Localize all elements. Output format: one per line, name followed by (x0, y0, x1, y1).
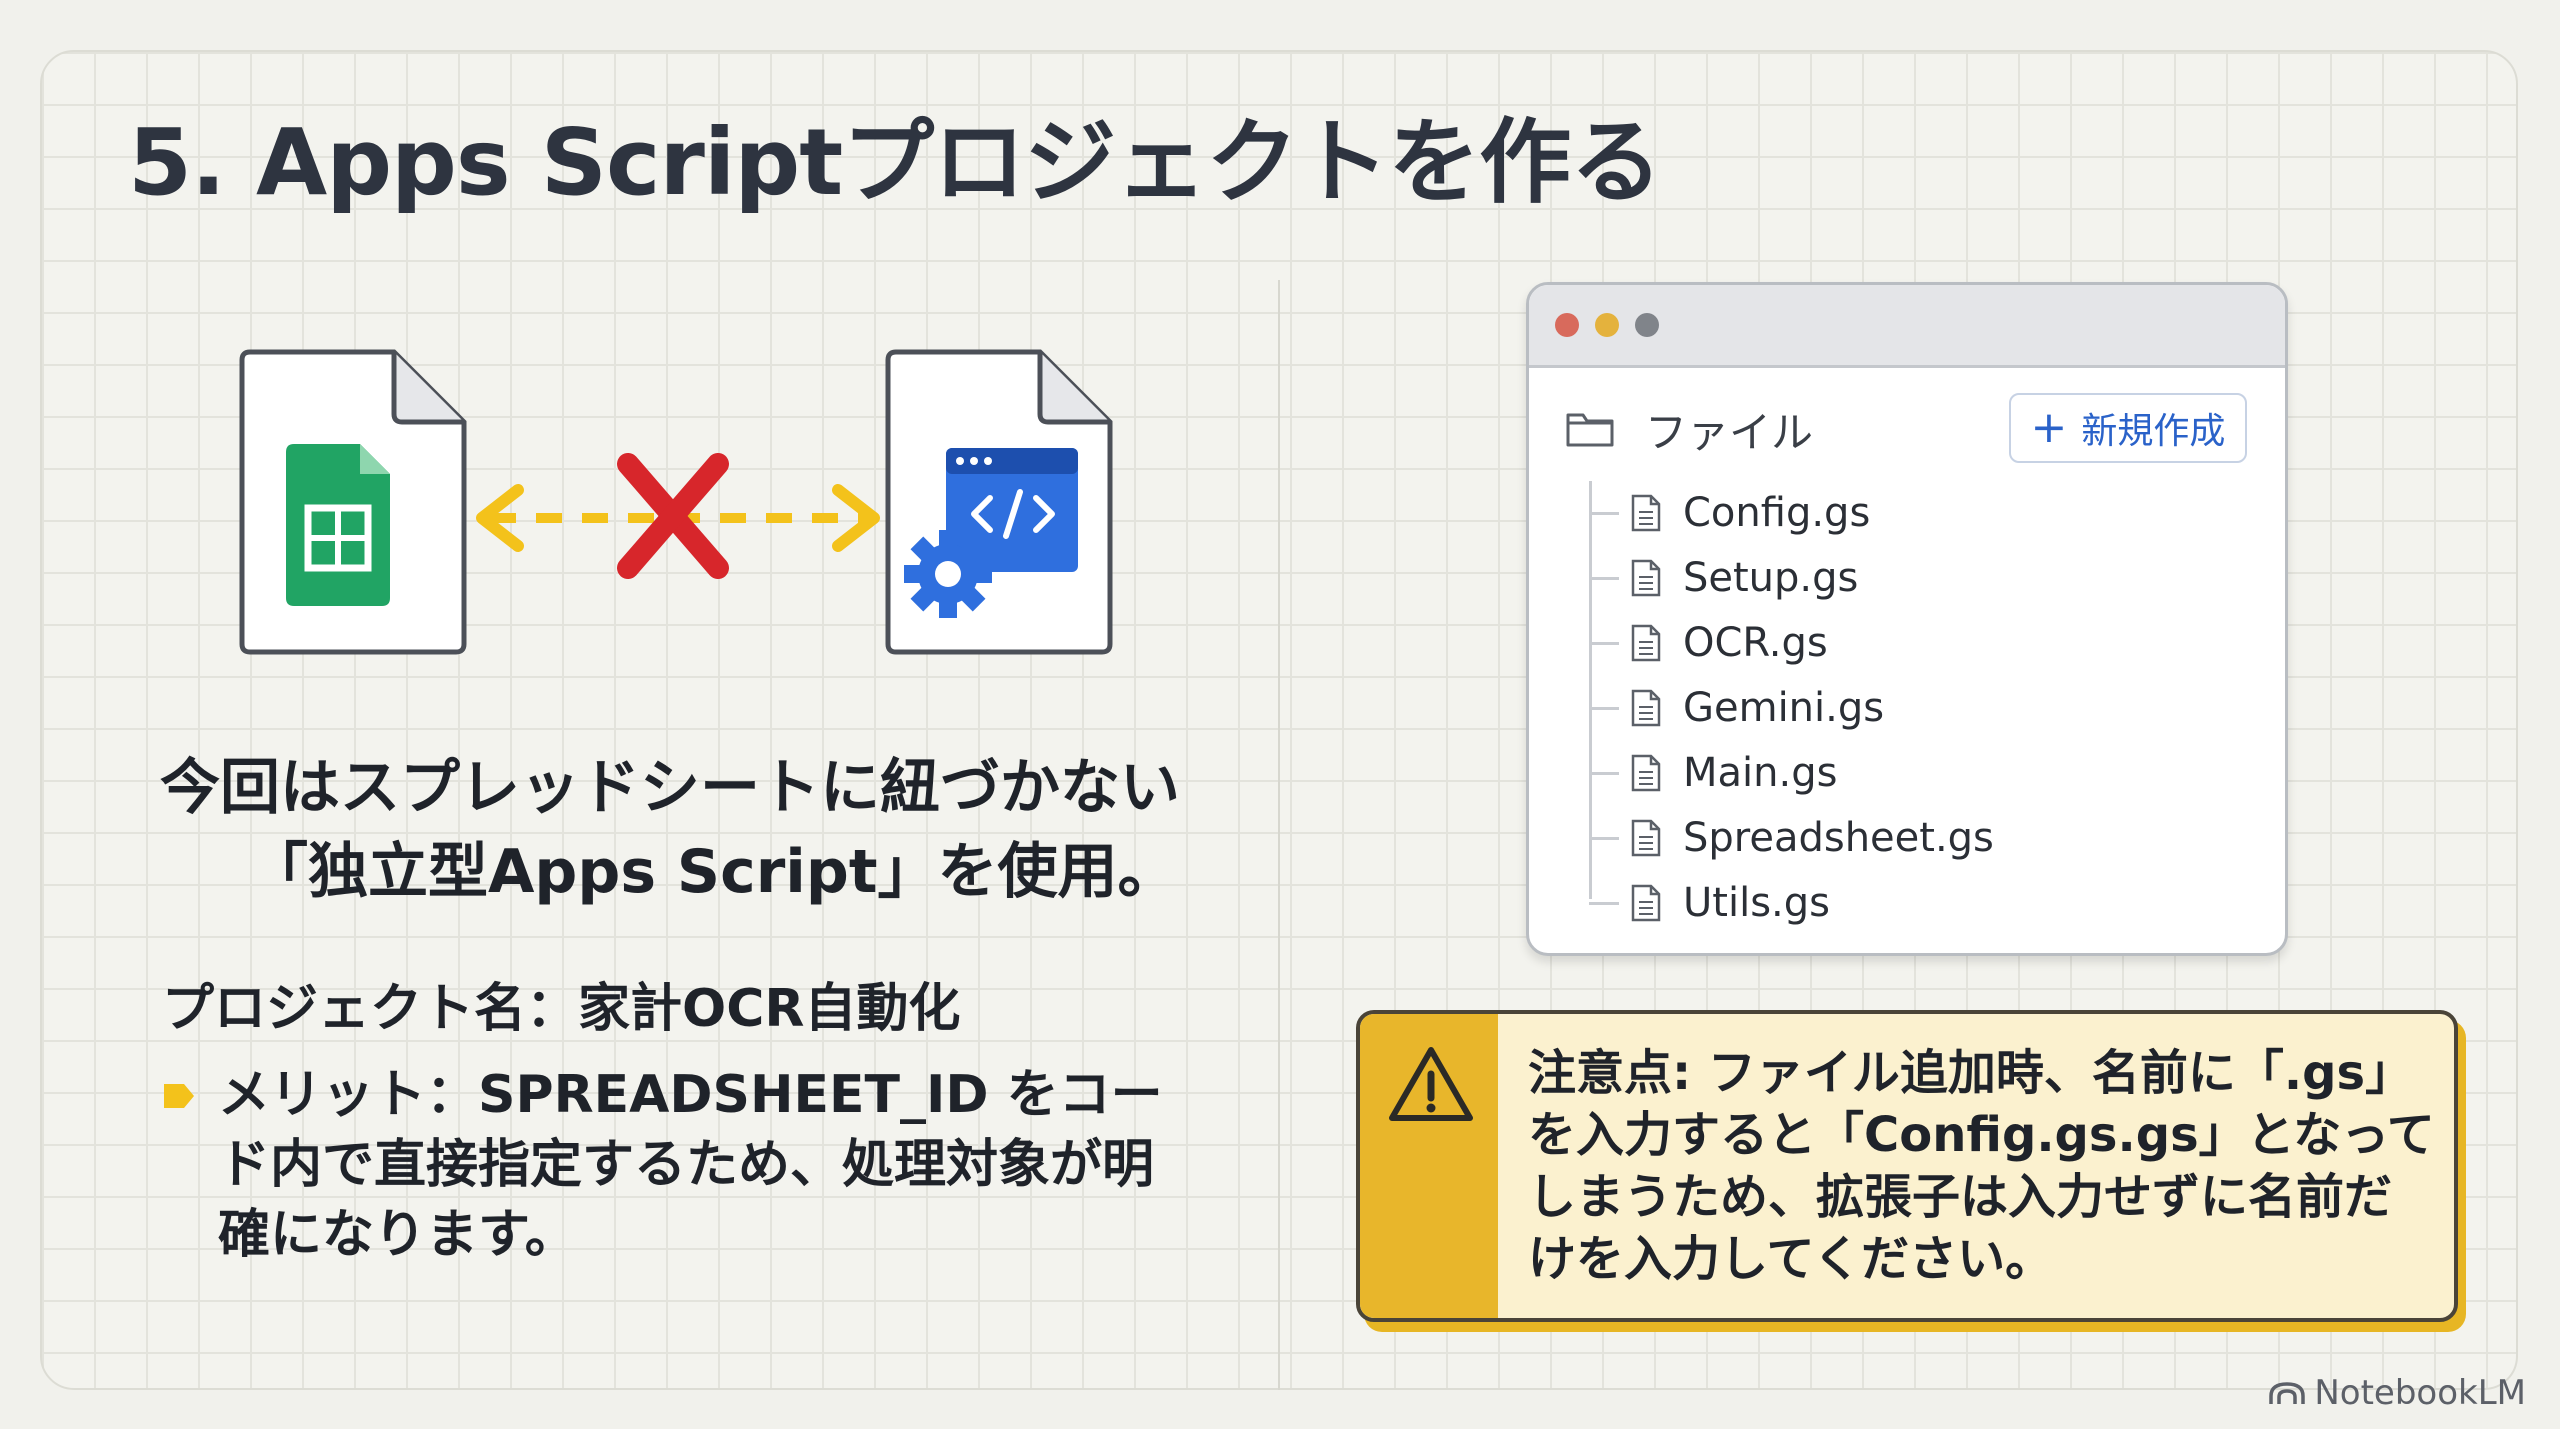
close-window-icon[interactable] (1555, 313, 1579, 337)
slide-title: 5. Apps Scriptプロジェクトを作る (128, 109, 1662, 216)
file-icon (1631, 884, 1661, 922)
merit-text: メリット：SPREADSHEET_ID をコード内で直接指定するため、処理対象が… (218, 1065, 1163, 1265)
notebooklm-logo-icon (2269, 1382, 2306, 1404)
warning-text: 注意点: ファイル追加時、名前に「.gs」 を入力すると「Config.gs.g… (1528, 1042, 2435, 1290)
file-browser-window: ファイル + 新規作成 Config.gs Setup.gs OCR.gs Ge… (1526, 282, 2288, 956)
file-icon (1631, 689, 1661, 727)
file-item[interactable]: Spreadsheet.gs (1589, 806, 1994, 870)
file-item[interactable]: Setup.gs (1589, 546, 1858, 610)
plus-icon: + (2030, 402, 2068, 453)
file-name: Utils.gs (1683, 880, 1830, 926)
new-file-button-label: 新規作成 (2081, 411, 2226, 452)
file-item[interactable]: Utils.gs (1589, 871, 1830, 935)
file-name: OCR.gs (1683, 620, 1828, 666)
column-divider (1278, 280, 1280, 1390)
file-item[interactable]: Main.gs (1589, 741, 1837, 805)
file-icon (1631, 494, 1661, 532)
maximize-window-icon[interactable] (1635, 313, 1659, 337)
project-name: プロジェクト名：家計OCR自動化 (162, 979, 961, 1039)
warning-line-4: けを入力してください。 (1528, 1231, 2054, 1287)
warning-callout: 注意点: ファイル追加時、名前に「.gs」 を入力すると「Config.gs.g… (1356, 1010, 2458, 1322)
apps-script-file-icon (882, 348, 1116, 656)
file-name: Spreadsheet.gs (1683, 815, 1994, 861)
merit-bullet: メリット：SPREADSHEET_ID をコード内で直接指定するため、処理対象が… (162, 1060, 1182, 1270)
file-name: Config.gs (1683, 490, 1871, 536)
lead-line-2: 「独立型Apps Script」を使用。 (248, 837, 1178, 907)
minimize-window-icon[interactable] (1595, 313, 1619, 337)
no-link-connector (468, 440, 888, 600)
file-item[interactable]: Gemini.gs (1589, 676, 1884, 740)
file-icon (1631, 559, 1661, 597)
file-name: Gemini.gs (1683, 685, 1885, 731)
new-file-button[interactable]: + 新規作成 (2009, 393, 2247, 463)
notebooklm-watermark: NotebookLM (2268, 1373, 2526, 1413)
warning-line-1: 注意点: ファイル追加時、名前に「.gs」 (1528, 1045, 2414, 1101)
file-item[interactable]: Config.gs (1589, 481, 1870, 545)
warning-line-2: を入力すると「Config.gs.gs」となって (1528, 1107, 2435, 1163)
window-titlebar (1529, 285, 2285, 368)
bullet-marker-icon (164, 1084, 194, 1108)
file-tree: Config.gs Setup.gs OCR.gs Gemini.gs Main… (1589, 481, 2189, 926)
files-label: ファイル (1645, 407, 1814, 457)
lead-line-1: 今回はスプレッドシートに紐づかない (160, 753, 1180, 823)
sheets-file-icon (236, 348, 470, 656)
brand-name: NotebookLM (2314, 1373, 2526, 1413)
warning-line-3: しまうため、拡張子は入力せずに名前だ (1528, 1169, 2393, 1225)
warning-icon (1389, 1047, 1473, 1121)
files-header: ファイル (1565, 399, 1813, 459)
file-icon (1631, 819, 1661, 857)
file-item[interactable]: OCR.gs (1589, 611, 1828, 675)
file-name: Setup.gs (1683, 555, 1859, 601)
file-icon (1631, 754, 1661, 792)
folder-icon (1566, 413, 1614, 447)
file-icon (1631, 624, 1661, 662)
lead-text: 今回はスプレッドシートに紐づかない 「独立型Apps Script」を使用。 (160, 746, 1220, 914)
file-name: Main.gs (1683, 750, 1838, 796)
